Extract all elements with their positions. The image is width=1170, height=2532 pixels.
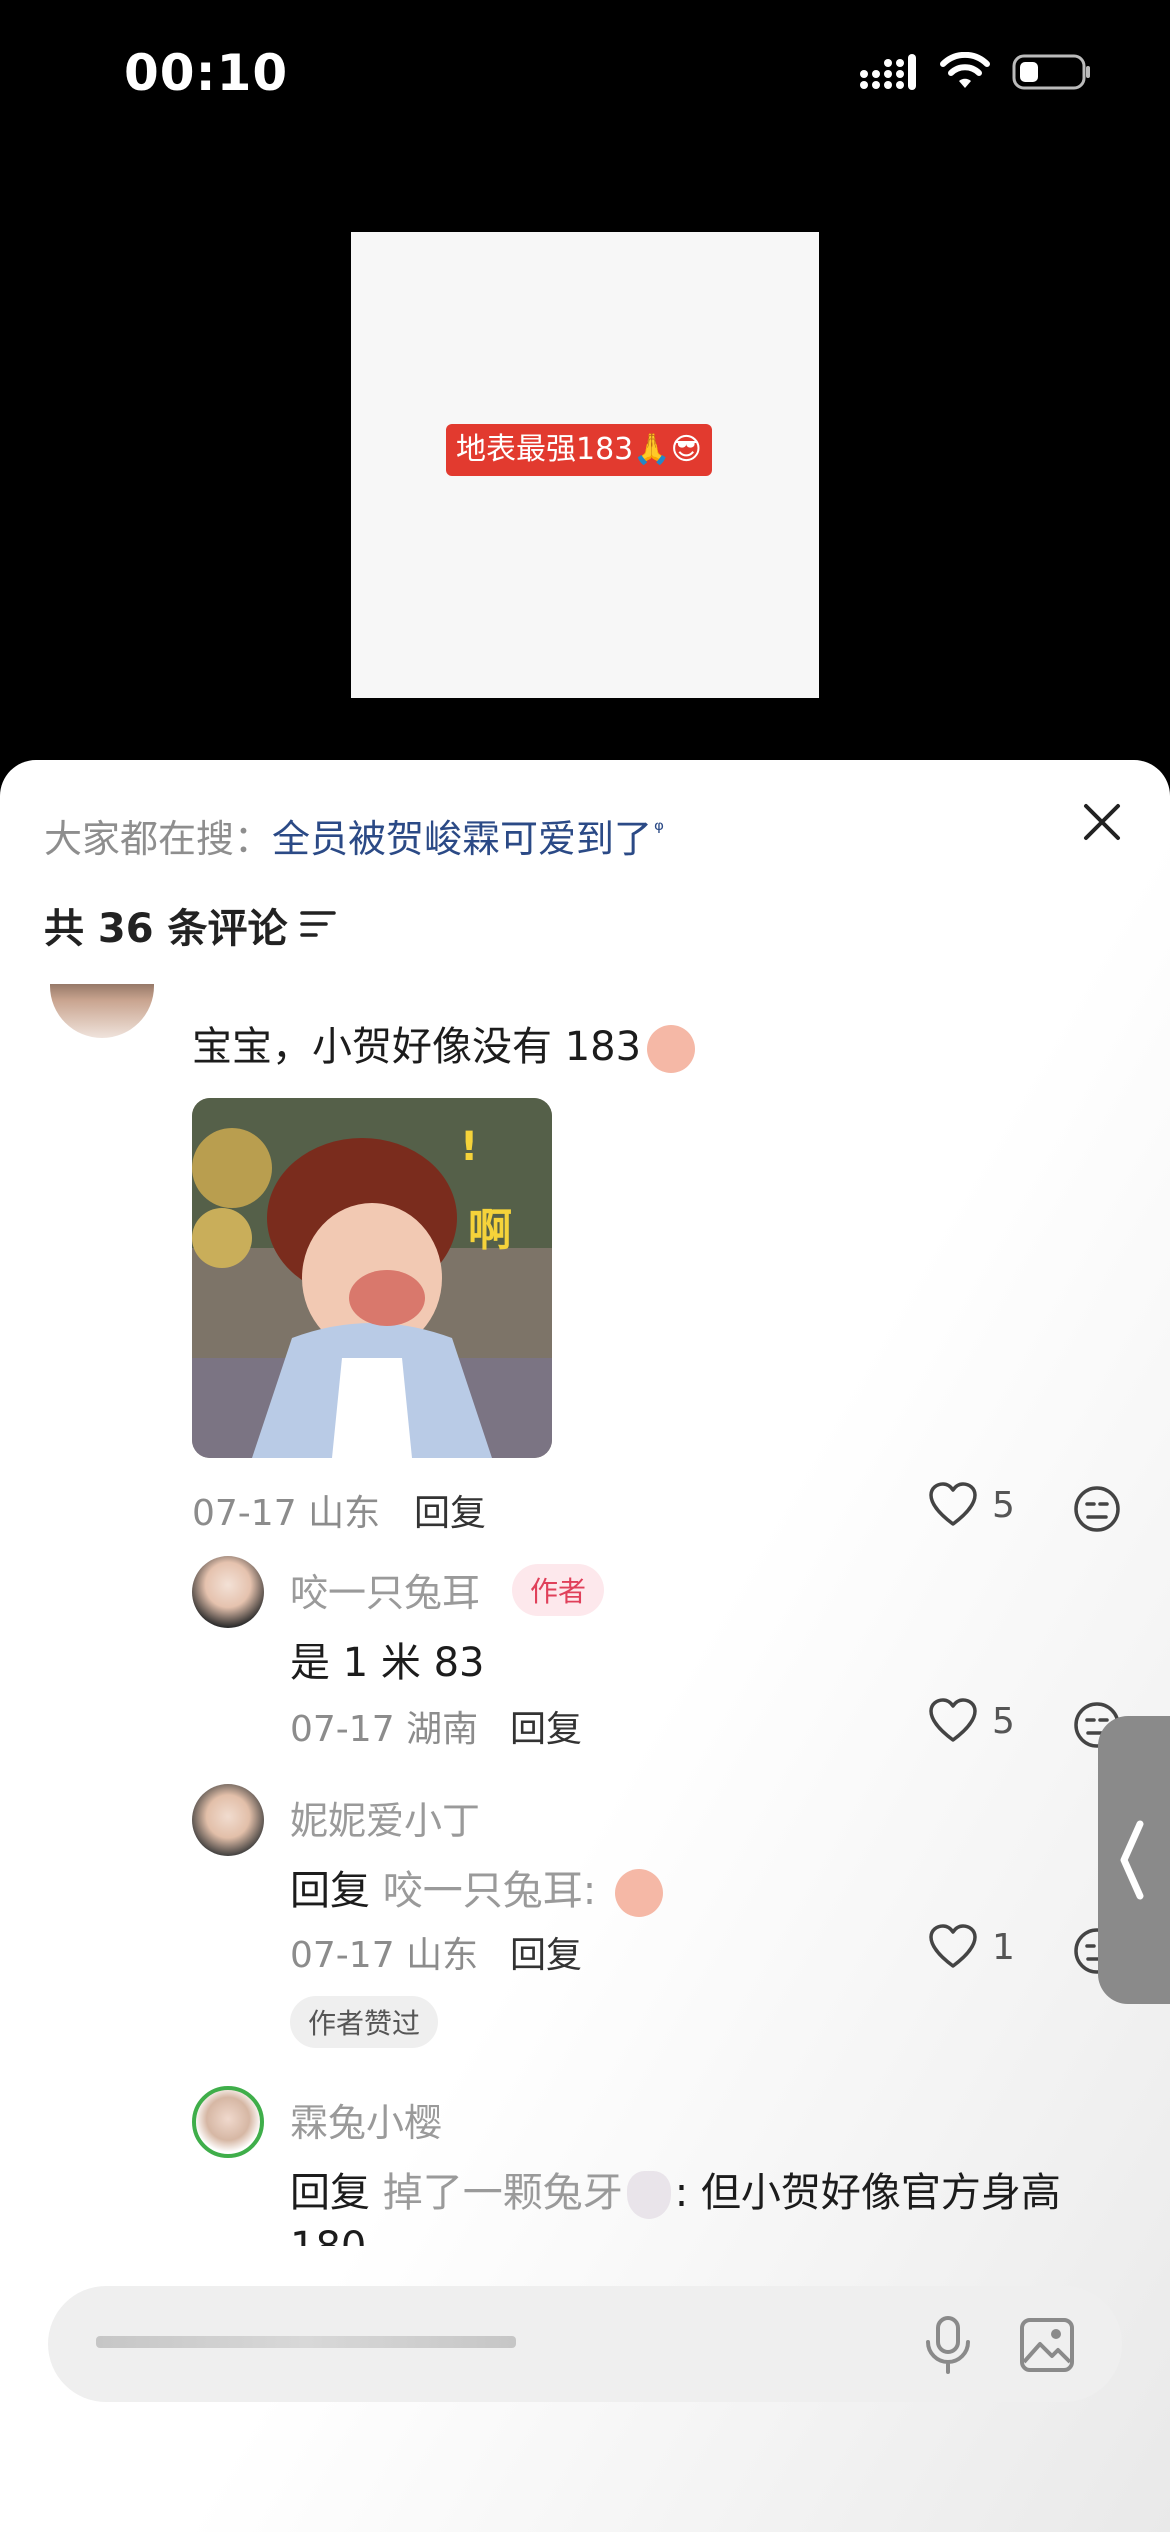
reply-author-name[interactable]: 咬一只兔耳 <box>290 1562 480 1617</box>
reply-text: 回复 掉了一颗兔牙 : 但小贺好像官方身高 <box>290 2160 1061 2219</box>
status-bar: 00:10 <box>0 0 1170 150</box>
search-icon: ᵠ <box>654 816 665 845</box>
avatar[interactable] <box>192 1784 264 1856</box>
author-liked-badge: 作者赞过 <box>290 1996 439 2048</box>
avatar[interactable] <box>192 1556 264 1628</box>
trending-search-prefix: 大家都在搜： <box>44 817 273 861</box>
sticker-caption: 啊 <box>468 1205 512 1256</box>
like-button[interactable]: 5 <box>928 1698 1015 1744</box>
trending-search-term[interactable]: 全员被贺峻霖可爱到了 <box>272 817 652 861</box>
reply-meta: 07-17 湖南 <box>290 1700 478 1752</box>
video-caption: 地表最强183🙏😎 <box>446 424 712 476</box>
avatar[interactable] <box>192 2086 264 2158</box>
system-icons <box>858 52 1092 92</box>
reply-author-name[interactable]: 霖兔小樱 <box>290 2092 442 2147</box>
reply-button[interactable]: 回复 <box>510 1700 582 1752</box>
comment-location: 山东 <box>308 1493 381 1534</box>
comment-date: 07-17 <box>192 1493 297 1534</box>
reply-text: 回复 咬一只兔耳: <box>290 1858 663 1917</box>
reply-button[interactable]: 回复 <box>414 1484 486 1536</box>
reply-text: 是 1 米 83 <box>290 1640 485 1686</box>
reply-button[interactable]: 回复 <box>510 1926 582 1978</box>
heart-icon <box>929 1482 977 1526</box>
comment-input-bar[interactable] <box>48 2286 1122 2402</box>
input-placeholder-blur <box>96 2336 516 2348</box>
sort-icon[interactable] <box>298 907 338 943</box>
like-button[interactable]: 1 <box>928 1924 1015 1970</box>
comment-meta: 07-17 山东 <box>192 1484 380 1536</box>
video-preview[interactable]: 地表最强183🙏😎 <box>0 150 1170 760</box>
wifi-icon <box>940 52 990 88</box>
avatar[interactable] <box>50 984 154 1038</box>
heart-icon <box>929 1698 977 1742</box>
comment-list: 宝宝，小贺好像没有 183 ! 啊 07-17 山东 回复 5 咬一只兔耳 作者… <box>0 984 1170 2246</box>
reply-text-line1: : 但小贺好像官方身高 <box>674 2170 1061 2216</box>
reply-date: 07-17 <box>290 1935 395 1976</box>
reply-to-user[interactable]: 咬一只兔耳: <box>383 1868 596 1914</box>
side-panel-handle[interactable] <box>1098 1716 1170 2004</box>
like-button[interactable]: 5 <box>928 1482 1015 1528</box>
comment-text: 宝宝，小贺好像没有 183 <box>192 1014 696 1073</box>
trending-search[interactable]: 大家都在搜：全员被贺峻霖可爱到了ᵠ <box>44 808 664 863</box>
heart-icon <box>929 1924 977 1968</box>
cellular-signal-icon <box>860 54 916 90</box>
comment-count-label: 共 36 条评论 <box>44 906 288 952</box>
image-icon[interactable] <box>1018 2316 1076 2374</box>
reply-prefix: 回复 <box>290 2170 370 2216</box>
reply-to-user[interactable]: 掉了一颗兔牙 <box>383 2170 623 2216</box>
sticker-exclaim: ! <box>460 1124 479 1170</box>
comment-sticker-image[interactable]: ! 啊 <box>192 1098 552 1458</box>
author-badge: 作者 <box>512 1564 605 1616</box>
like-count: 5 <box>992 1484 1015 1526</box>
peach-sticker-icon <box>614 1869 663 1917</box>
reply-date: 07-17 <box>290 1709 395 1750</box>
reply-meta: 07-17 山东 <box>290 1926 478 1978</box>
close-icon[interactable] <box>1078 798 1126 846</box>
like-count: 5 <box>992 1700 1015 1742</box>
chevron-left-icon <box>1120 1820 1144 1900</box>
reply-location: 湖南 <box>406 1709 479 1750</box>
sticker-illustration <box>192 1098 552 1458</box>
microphone-icon[interactable] <box>918 2314 978 2374</box>
battery-icon <box>1012 54 1090 90</box>
peach-sticker-icon <box>647 1025 696 1073</box>
bunny-emoji-icon <box>626 2171 671 2219</box>
comment-count: 共 36 条评论 <box>44 896 338 954</box>
reply-location: 山东 <box>406 1935 479 1976</box>
reply-prefix: 回复 <box>290 1868 370 1914</box>
status-time: 00:10 <box>124 44 289 102</box>
like-count: 1 <box>992 1926 1015 1968</box>
reply-text-line2: 180 <box>290 2224 366 2246</box>
video-thumbnail[interactable]: 地表最强183🙏😎 <box>351 232 819 698</box>
comments-panel: 大家都在搜：全员被贺峻霖可爱到了ᵠ 共 36 条评论 宝宝，小贺好像没有 183 <box>0 760 1170 2532</box>
dislike-icon[interactable] <box>1072 1484 1122 1534</box>
reply-author-name[interactable]: 妮妮爱小丁 <box>290 1790 480 1845</box>
